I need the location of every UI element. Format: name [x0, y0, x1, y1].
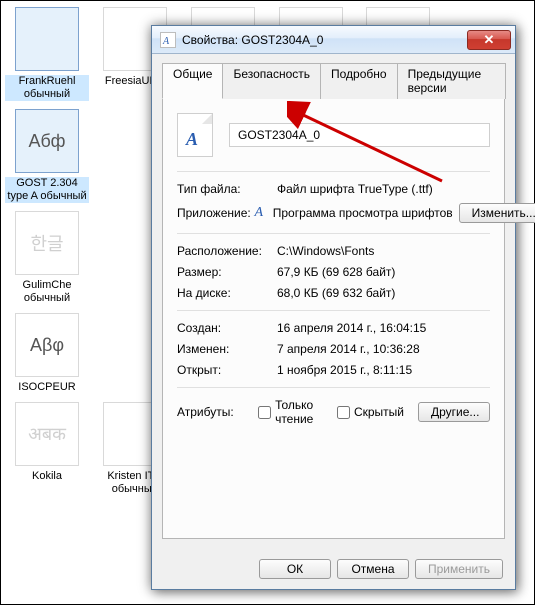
font-file-icon: [160, 32, 176, 48]
font-label: GOST 2.304 type A обычный: [5, 177, 89, 203]
value-size: 67,9 КБ (69 628 байт): [277, 265, 490, 279]
change-app-button[interactable]: Изменить...: [459, 203, 535, 223]
font-label: ISOCPEUR: [5, 381, 89, 394]
font-label: Kokila: [5, 470, 89, 483]
tab-general[interactable]: Общие: [162, 63, 223, 99]
value-created: 16 апреля 2014 г., 16:04:15: [277, 321, 490, 335]
value-location: C:\Windows\Fonts: [277, 244, 490, 258]
font-item[interactable]: Αβφ ISOCPEUR: [5, 313, 89, 394]
value-sizeondisk: 68,0 КБ (69 632 байт): [277, 286, 490, 300]
font-thumbnail[interactable]: Абф: [15, 109, 79, 173]
value-accessed: 1 ноября 2015 г., 8:11:15: [277, 363, 490, 377]
window-title: Свойства: GOST2304A_0: [182, 33, 467, 47]
value-app: Программа просмотра шрифтов: [273, 206, 453, 220]
font-item[interactable]: 한글 GulimChe обычный: [5, 211, 89, 305]
label-attributes: Атрибуты:: [177, 405, 244, 419]
tab-details[interactable]: Подробно: [320, 63, 398, 99]
label-accessed: Открыт:: [177, 363, 277, 377]
advanced-attrs-button[interactable]: Другие...: [418, 402, 490, 422]
checkbox-readonly[interactable]: Только чтение: [258, 398, 323, 426]
label-modified: Изменен:: [177, 342, 277, 356]
tab-panel-general: A GOST2304A_0 Тип файла:Файл шрифта True…: [162, 99, 505, 539]
file-type-icon: A: [177, 113, 213, 157]
label-created: Создан:: [177, 321, 277, 335]
cancel-button[interactable]: Отмена: [337, 559, 409, 579]
properties-dialog: Свойства: GOST2304A_0 ✕ Общие Безопаснос…: [151, 25, 516, 590]
label-filetype: Тип файла:: [177, 182, 277, 196]
font-label: GulimChe обычный: [5, 279, 89, 305]
label-location: Расположение:: [177, 244, 277, 258]
value-filetype: Файл шрифта TrueType (.ttf): [277, 182, 490, 196]
label-app: Приложение:: [177, 206, 251, 220]
tab-bar: Общие Безопасность Подробно Предыдущие в…: [162, 62, 505, 99]
font-item[interactable]: FrankRuehl обычный: [5, 7, 89, 101]
checkbox-hidden[interactable]: Скрытый: [337, 405, 404, 419]
app-icon: A: [251, 205, 267, 221]
label-size: Размер:: [177, 265, 277, 279]
font-thumbnail[interactable]: अबक: [15, 402, 79, 466]
titlebar[interactable]: Свойства: GOST2304A_0 ✕: [152, 26, 515, 54]
value-modified: 7 апреля 2014 г., 10:36:28: [277, 342, 490, 356]
dialog-footer: ОК Отмена Применить: [152, 549, 515, 589]
font-thumbnail[interactable]: 한글: [15, 211, 79, 275]
label-sizeondisk: На диске:: [177, 286, 277, 300]
ok-button[interactable]: ОК: [259, 559, 331, 579]
font-thumbnail[interactable]: Αβφ: [15, 313, 79, 377]
font-label: FrankRuehl обычный: [5, 75, 89, 101]
close-button[interactable]: ✕: [467, 30, 511, 50]
font-item[interactable]: Абф GOST 2.304 type A обычный: [5, 109, 89, 203]
filename-field[interactable]: GOST2304A_0: [229, 123, 490, 147]
font-item[interactable]: अबक Kokila: [5, 402, 89, 496]
tab-security[interactable]: Безопасность: [222, 63, 321, 99]
tab-previous-versions[interactable]: Предыдущие версии: [397, 63, 506, 99]
apply-button[interactable]: Применить: [415, 559, 503, 579]
font-thumbnail[interactable]: [15, 7, 79, 71]
